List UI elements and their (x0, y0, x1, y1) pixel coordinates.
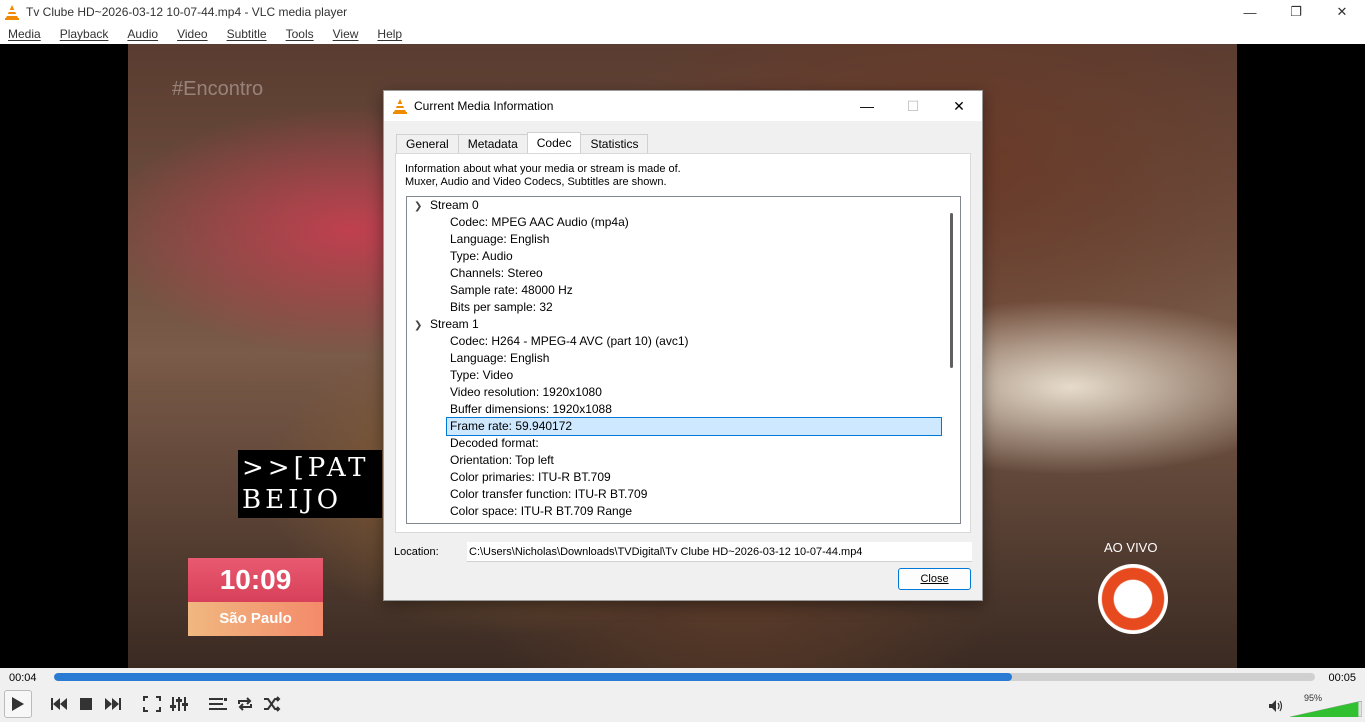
control-buttons (4, 690, 286, 718)
tab-general[interactable]: General (396, 134, 459, 154)
volume-control[interactable]: 95% (1268, 693, 1362, 717)
menu-audio[interactable]: Audio (127, 27, 158, 41)
tree-item[interactable]: Orientation: Top left (450, 452, 554, 469)
live-label: AO VIVO (1104, 540, 1158, 555)
tree-item-selected[interactable]: Frame rate: 59.940172 (446, 417, 942, 436)
chevron-down-icon[interactable]: ❯ (414, 317, 430, 334)
window-titlebar: Tv Clube HD~2026-03-12 10-07-44.mp4 - VL… (0, 0, 1365, 24)
seek-bar[interactable] (54, 673, 1315, 681)
stream-1-node[interactable]: ❯ Stream 1 (414, 316, 479, 333)
minimize-button[interactable]: — (1227, 0, 1273, 24)
close-button-label: Close (920, 573, 949, 585)
fullscreen-icon (143, 696, 161, 712)
extended-settings-button[interactable] (166, 691, 192, 717)
tree-item[interactable]: Color transfer function: ITU-R BT.709 (450, 486, 647, 503)
loop-button[interactable] (232, 691, 258, 717)
tree-item[interactable]: Type: Audio (450, 248, 513, 265)
menu-bar: Media Playback Audio Video Subtitle Tool… (0, 24, 1365, 44)
menu-playback[interactable]: Playback (60, 27, 109, 41)
on-screen-clock: 10:09 São Paulo (188, 558, 323, 636)
tree-item[interactable]: Channels: Stereo (450, 265, 543, 282)
speaker-icon[interactable] (1268, 699, 1284, 713)
shuffle-icon (264, 696, 281, 712)
caption-line-1: >>[PAT (242, 453, 370, 483)
caption-line-2: BEIJO (242, 485, 343, 515)
description-line-2: Muxer, Audio and Video Codecs, Subtitles… (405, 176, 667, 188)
media-info-dialog: Current Media Information — ☐ ✕ General … (383, 90, 983, 601)
fullscreen-button[interactable] (139, 691, 165, 717)
tree-item[interactable]: Type: Video (450, 367, 513, 384)
total-time[interactable]: 00:05 (1328, 672, 1356, 684)
globo-logo-icon (1098, 564, 1168, 634)
next-icon (105, 698, 121, 710)
scrollbar-thumb[interactable] (950, 213, 953, 368)
next-button[interactable] (100, 691, 126, 717)
description-line-1: Information about what your media or str… (405, 163, 681, 175)
play-button[interactable] (4, 690, 32, 718)
stop-icon (80, 698, 92, 710)
dialog-tabs: General Metadata Codec Statistics (396, 132, 649, 154)
location-label: Location: (394, 546, 439, 558)
menu-help[interactable]: Help (377, 27, 402, 41)
shuffle-button[interactable] (259, 691, 285, 717)
window-title: Tv Clube HD~2026-03-12 10-07-44.mp4 - VL… (26, 5, 348, 19)
vlc-cone-icon (5, 5, 19, 20)
menu-media[interactable]: Media (8, 27, 41, 41)
tree-item[interactable]: Color primaries: ITU-R BT.709 (450, 469, 611, 486)
play-icon (12, 697, 24, 711)
codec-description: Information about what your media or str… (405, 163, 681, 189)
tree-item[interactable]: Codec: MPEG AAC Audio (mp4a) (450, 214, 629, 231)
dialog-title: Current Media Information (414, 99, 554, 113)
tree-item[interactable]: Buffer dimensions: 1920x1088 (450, 401, 612, 418)
playlist-button[interactable] (205, 691, 231, 717)
clock-time: 10:09 (188, 558, 323, 602)
playlist-icon (209, 698, 227, 710)
tab-codec[interactable]: Codec (526, 132, 582, 154)
loop-icon (238, 697, 252, 711)
codec-panel: Information about what your media or str… (395, 153, 971, 533)
dialog-titlebar: Current Media Information — ☐ ✕ (384, 91, 982, 121)
tree-scrollbar[interactable] (943, 197, 960, 523)
dialog-maximize-button: ☐ (906, 97, 920, 114)
stream-1-label: Stream 1 (430, 317, 479, 331)
volume-slider[interactable] (1290, 701, 1362, 717)
location-field[interactable]: C:\Users\Nicholas\Downloads\TVDigital\Tv… (467, 542, 972, 562)
vlc-cone-icon (393, 99, 407, 114)
menu-video[interactable]: Video (177, 27, 207, 41)
menu-view[interactable]: View (333, 27, 359, 41)
stop-button[interactable] (73, 691, 99, 717)
tree-item[interactable]: Sample rate: 48000 Hz (450, 282, 573, 299)
tree-item[interactable]: Color space: ITU-R BT.709 Range (450, 503, 632, 520)
clock-city: São Paulo (188, 602, 323, 636)
tab-metadata[interactable]: Metadata (457, 134, 528, 154)
close-window-button[interactable]: ✕ (1319, 0, 1365, 24)
chevron-down-icon[interactable]: ❯ (414, 198, 430, 215)
elapsed-time[interactable]: 00:04 (9, 672, 37, 684)
tree-item[interactable]: Video resolution: 1920x1080 (450, 384, 602, 401)
tree-item[interactable]: Bits per sample: 32 (450, 299, 553, 316)
previous-icon (51, 698, 67, 710)
tree-item[interactable]: Language: English (450, 350, 549, 367)
codec-tree[interactable]: ❯ Stream 0 Codec: MPEG AAC Audio (mp4a) L… (406, 196, 961, 524)
tree-item[interactable]: Language: English (450, 231, 549, 248)
stream-0-label: Stream 0 (430, 198, 479, 212)
previous-button[interactable] (46, 691, 72, 717)
dialog-minimize-button[interactable]: — (844, 91, 890, 121)
menu-tools[interactable]: Tools (286, 27, 314, 41)
dialog-close-x-button[interactable]: ✕ (936, 91, 982, 121)
equalizer-icon (170, 697, 188, 711)
tree-item[interactable]: Decoded format: (450, 435, 539, 452)
tab-statistics[interactable]: Statistics (580, 134, 649, 154)
player-controls: 00:04 00:05 95% (0, 668, 1365, 722)
maximize-button[interactable]: ❐ (1273, 0, 1319, 24)
close-button[interactable]: Close (898, 568, 971, 590)
channel-watermark: #Encontro (172, 78, 264, 100)
seek-bar-fill (54, 673, 1013, 681)
tree-item[interactable]: Codec: H264 - MPEG-4 AVC (part 10) (avc1… (450, 333, 689, 350)
closed-caption: >>[PAT BEIJO (238, 450, 382, 518)
stream-0-node[interactable]: ❯ Stream 0 (414, 197, 479, 214)
menu-subtitle[interactable]: Subtitle (227, 27, 267, 41)
